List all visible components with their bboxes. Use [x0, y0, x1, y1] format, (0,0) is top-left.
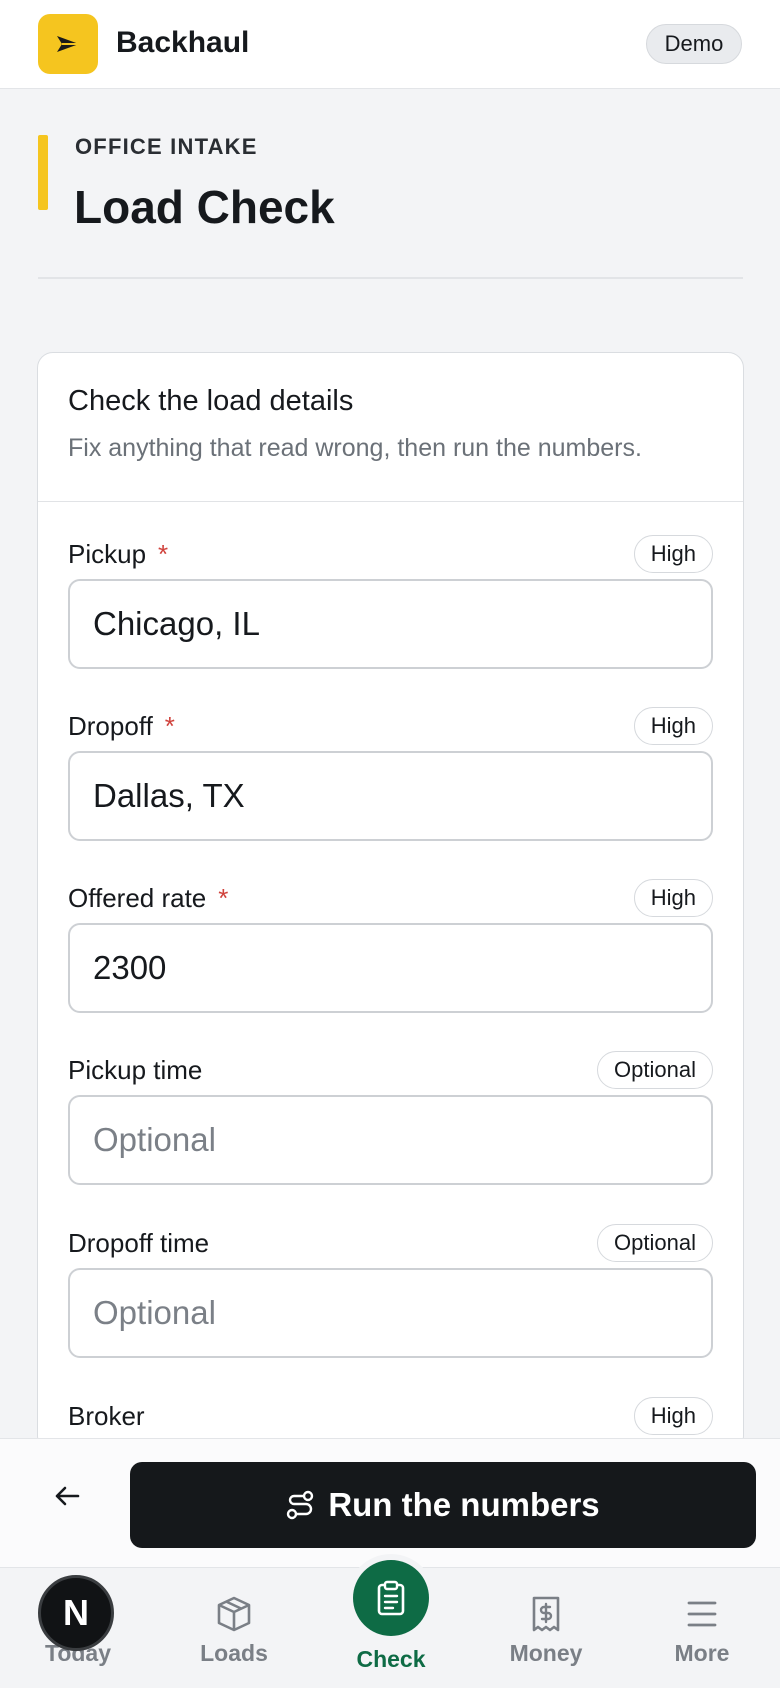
- paper-plane-icon: [57, 36, 79, 52]
- confidence-badge: High: [633, 879, 713, 917]
- confidence-badge: High: [633, 535, 713, 573]
- nav-label: Money: [509, 1640, 583, 1666]
- nav-item-loads[interactable]: Loads: [164, 1568, 304, 1688]
- nav-item-check[interactable]: Check: [323, 1560, 459, 1688]
- nav-label: Loads: [200, 1640, 268, 1666]
- required-marker: *: [164, 711, 175, 741]
- load-details-card: Check the load details Fix anything that…: [37, 352, 744, 1452]
- back-button[interactable]: [40, 1469, 94, 1523]
- receipt-dollar-icon: [532, 1596, 560, 1632]
- field-label: Broker: [68, 1401, 145, 1431]
- pickup-input[interactable]: [68, 579, 713, 669]
- header-divider: [38, 277, 743, 279]
- confidence-badge: Optional: [597, 1224, 713, 1262]
- required-marker: *: [218, 883, 229, 913]
- card-header: Check the load details Fix anything that…: [38, 353, 743, 502]
- card-title: Check the load details: [68, 385, 354, 417]
- nav-item-more[interactable]: More: [632, 1568, 772, 1688]
- pickup-time-input[interactable]: [68, 1095, 713, 1185]
- field-label: Dropoff time: [68, 1228, 210, 1258]
- nav-item-money[interactable]: Money: [476, 1568, 616, 1688]
- box-icon: [217, 1596, 251, 1632]
- dropoff-input[interactable]: [68, 751, 713, 841]
- top-bar: Backhaul Demo: [0, 0, 780, 89]
- card-subtitle: Fix anything that read wrong, then run t…: [68, 434, 642, 462]
- field-label: Dropoff: [68, 711, 153, 741]
- field-label: Pickup time: [68, 1055, 203, 1085]
- action-bar: Run the numbers: [0, 1438, 780, 1568]
- page-title: Load Check: [74, 181, 335, 233]
- bottom-nav: Today Loads Check Money More N: [0, 1560, 780, 1688]
- route-icon: [287, 1490, 314, 1520]
- confidence-badge: High: [633, 1397, 713, 1435]
- arrow-left-icon: [55, 1486, 80, 1506]
- demo-badge[interactable]: Demo: [646, 24, 742, 64]
- app-logo[interactable]: [38, 14, 98, 74]
- run-numbers-button[interactable]: Run the numbers: [130, 1462, 756, 1548]
- menu-icon: [687, 1601, 717, 1627]
- clipboard-icon: [377, 1580, 405, 1616]
- required-marker: *: [158, 539, 169, 569]
- page-eyebrow: OFFICE INTAKE: [75, 134, 258, 159]
- app-name: Backhaul: [116, 26, 250, 59]
- dev-overlay-badge[interactable]: N: [38, 1575, 114, 1651]
- confidence-badge: High: [633, 707, 713, 745]
- nav-label: Check: [356, 1646, 426, 1672]
- offered-rate-input[interactable]: [68, 923, 713, 1013]
- nav-label: More: [674, 1640, 730, 1666]
- field-label: Pickup: [68, 539, 147, 569]
- accent-bar: [38, 135, 48, 210]
- field-label: Offered rate: [68, 883, 207, 913]
- run-numbers-label: Run the numbers: [328, 1486, 600, 1523]
- dropoff-time-input[interactable]: [68, 1268, 713, 1358]
- confidence-badge: Optional: [597, 1051, 713, 1089]
